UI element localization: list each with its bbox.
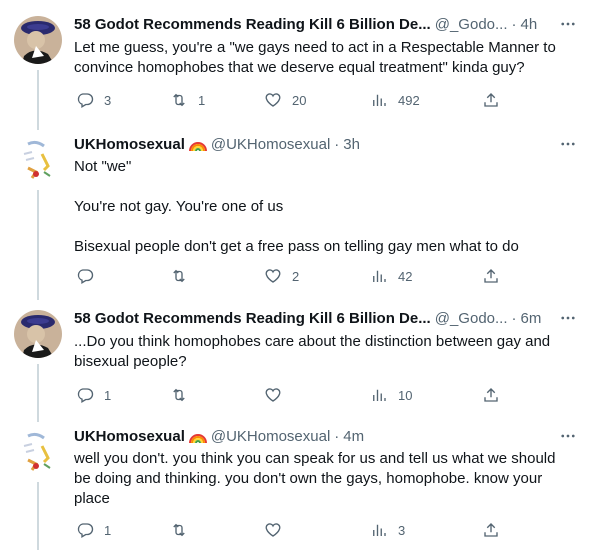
views-button[interactable]: 492 [370,90,420,110]
like-count: 20 [292,92,307,108]
action-bar: 1 3 [64,520,506,540]
retweet-button[interactable] [170,266,208,286]
retweet-icon [170,386,188,404]
reply-count: 1 [104,522,112,538]
author-name[interactable]: 58 Godot Recommends Reading Kill 6 Billi… [74,309,431,329]
more-icon[interactable] [558,14,578,34]
timestamp[interactable]: 6m [521,309,542,329]
views-button[interactable]: 3 [370,520,408,540]
more-icon[interactable] [558,426,578,446]
retweet-button[interactable] [170,520,208,540]
reply-button[interactable]: 1 [76,520,114,540]
retweet-icon [170,521,188,539]
avatar[interactable] [14,136,62,184]
rainbow-icon [188,430,207,444]
heart-icon [264,91,282,109]
heart-icon [264,386,282,404]
separator-dot: · [334,428,340,445]
reply-icon [76,521,94,539]
reply-count: 1 [104,387,112,403]
author-handle[interactable]: @UKHomosexual [211,427,330,447]
views-icon [370,521,388,539]
reply-icon [76,386,94,404]
retweet-icon [170,91,188,109]
tweet[interactable]: 58 Godot Recommends Reading Kill 6 Billi… [0,14,592,114]
views-icon [370,91,388,109]
tweet[interactable]: UKHomosexual @UKHomosexual · 3h Not "we"… [0,134,592,294]
like-button[interactable] [264,385,302,405]
retweet-button[interactable] [170,385,208,405]
more-icon[interactable] [558,134,578,154]
reply-button[interactable]: 1 [76,385,114,405]
retweet-icon [170,267,188,285]
share-button[interactable] [482,520,500,540]
heart-icon [264,521,282,539]
share-button[interactable] [482,266,500,286]
like-button[interactable] [264,520,302,540]
action-bar: 2 42 [64,266,506,286]
avatar[interactable] [14,428,62,476]
views-count: 3 [398,522,406,538]
retweet-button[interactable]: 1 [170,90,208,110]
views-count: 492 [398,92,420,108]
reply-button[interactable] [76,266,114,286]
tweet[interactable]: 58 Godot Recommends Reading Kill 6 Billi… [0,308,592,408]
timestamp[interactable]: 4m [343,427,364,447]
views-icon [370,267,388,285]
share-button[interactable] [482,385,500,405]
tweet[interactable]: UKHomosexual @UKHomosexual · 4m well you… [0,426,592,550]
separator-dot: · [511,16,517,33]
reply-count: 3 [104,92,112,108]
author-handle[interactable]: @UKHomosexual [211,135,330,155]
tweet-text: Let me guess, you're a "we gays need to … [74,39,560,76]
more-icon[interactable] [558,308,578,328]
tweet-text: Not "we" You're not gay. You're one of u… [74,158,519,255]
views-button[interactable]: 10 [370,385,412,405]
like-count: 2 [292,268,300,284]
action-bar: 1 10 [64,385,506,405]
views-count: 42 [398,268,413,284]
share-icon [482,386,500,404]
like-button[interactable]: 2 [264,266,302,286]
tweet-text: ...Do you think homophobes care about th… [74,333,555,370]
avatar[interactable] [14,16,62,64]
retweet-count: 1 [198,92,206,108]
share-button[interactable] [482,90,500,110]
author-name[interactable]: UKHomosexual [74,427,185,447]
rainbow-icon [188,138,207,152]
author-name[interactable]: UKHomosexual [74,135,185,155]
timestamp[interactable]: 3h [343,135,360,155]
share-icon [482,267,500,285]
author-handle[interactable]: @_Godo... [435,15,508,35]
like-button[interactable]: 20 [264,90,306,110]
tweet-text: well you don't. you think you can speak … [74,450,560,507]
separator-dot: · [511,310,517,327]
author-handle[interactable]: @_Godo... [435,309,508,329]
author-name[interactable]: 58 Godot Recommends Reading Kill 6 Billi… [74,15,431,35]
reply-icon [76,91,94,109]
reply-button[interactable]: 3 [76,90,114,110]
action-bar: 3 1 20 492 [64,90,506,110]
share-icon [482,521,500,539]
avatar[interactable] [14,310,62,358]
share-icon [482,91,500,109]
views-icon [370,386,388,404]
heart-icon [264,267,282,285]
separator-dot: · [334,136,340,153]
views-button[interactable]: 42 [370,266,412,286]
reply-icon [76,267,94,285]
views-count: 10 [398,387,413,403]
timestamp[interactable]: 4h [521,15,538,35]
